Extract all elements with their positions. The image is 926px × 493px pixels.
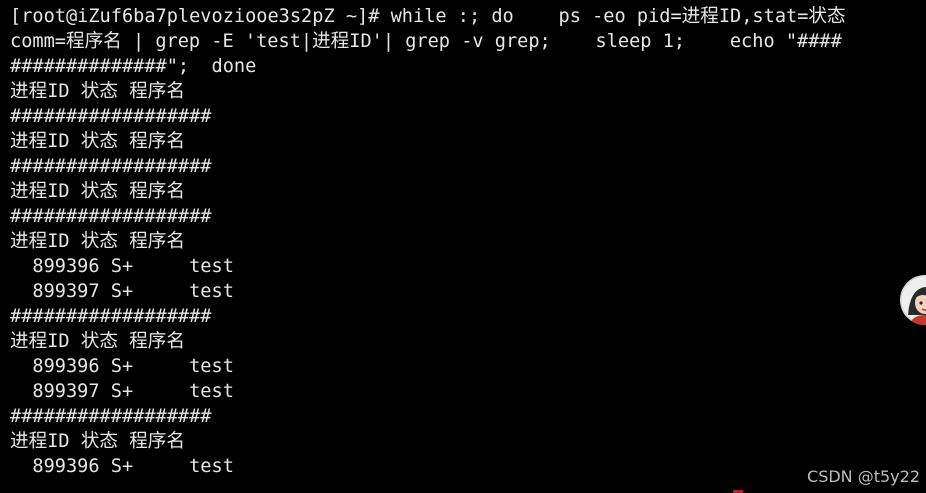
terminal-line: ################## [10,156,212,177]
terminal-line: ################## [10,406,212,427]
terminal-line: ################## [10,206,212,227]
terminal-line: 进程ID 状态 程序名 [10,81,185,102]
terminal-line: 899396 S+ test [10,456,234,477]
scrollback-edge [0,0,926,3]
terminal-line: 899397 S+ test [10,381,234,402]
terminal-line: ################## [10,306,212,327]
terminal-line: 899396 S+ test [10,356,234,377]
terminal-output: [root@iZuf6ba7plevoziooe3s2pZ ~]# while … [10,4,926,479]
terminal-line: ################## [10,106,212,127]
terminal-line: 进程ID 状态 程序名 [10,231,185,252]
terminal-line: [root@iZuf6ba7plevoziooe3s2pZ ~]# while … [10,6,857,27]
terminal-line: 进程ID 状态 程序名 [10,431,185,452]
terminal-line: 899397 S+ test [10,281,234,302]
terminal-line: 进程ID 状态 程序名 [10,331,185,352]
terminal-line: comm=程序名 | grep -E 'test|进程ID'| grep -v … [10,31,842,52]
terminal-line: 进程ID 状态 程序名 [10,181,185,202]
watermark-text: CSDN @t5y22 [807,467,920,486]
terminal-line: 进程ID 状态 程序名 [10,131,185,152]
terminal-window[interactable]: [root@iZuf6ba7plevoziooe3s2pZ ~]# while … [0,0,926,493]
terminal-line: ##############"; done [10,56,257,77]
terminal-line: 899396 S+ test [10,256,234,277]
